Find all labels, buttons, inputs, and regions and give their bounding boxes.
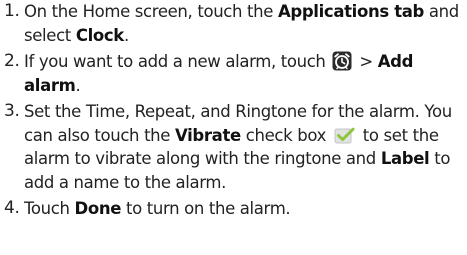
checkbox-checked-icon: [334, 127, 355, 143]
step-text: .: [75, 75, 81, 95]
step-number: 4.: [4, 198, 20, 218]
step-text: >: [354, 52, 378, 71]
step-2: 2. If you want to add a new alarm, touch…: [4, 50, 464, 97]
step-text: Touch: [24, 199, 75, 218]
step-number: 1.: [4, 1, 20, 21]
instruction-list: 1. On the Home screen, touch the Applica…: [4, 0, 464, 224]
step-3: 3. Set the Time, Repeat, and Ringtone fo…: [4, 100, 464, 194]
done-label: Done: [74, 199, 122, 218]
step-text: If you want to add a new alarm, touch: [24, 52, 331, 71]
alarm-clock-icon: [332, 51, 352, 71]
step-text: On the Home screen, touch the: [24, 2, 278, 21]
step-1: 1. On the Home screen, touch the Applica…: [4, 0, 464, 47]
applications-tab-label: Applications tab: [277, 2, 424, 21]
clock-label: Clock: [75, 25, 124, 45]
step-text: to turn on the alarm.: [121, 199, 291, 218]
step-text: check box: [240, 125, 331, 145]
step-text: .: [123, 25, 129, 45]
step-4: 4. Touch Done to turn on the alarm.: [4, 197, 464, 221]
step-number: 2.: [4, 51, 20, 71]
vibrate-label: Vibrate: [175, 125, 241, 145]
label-label: Label: [380, 149, 430, 168]
step-number: 3.: [4, 101, 20, 121]
